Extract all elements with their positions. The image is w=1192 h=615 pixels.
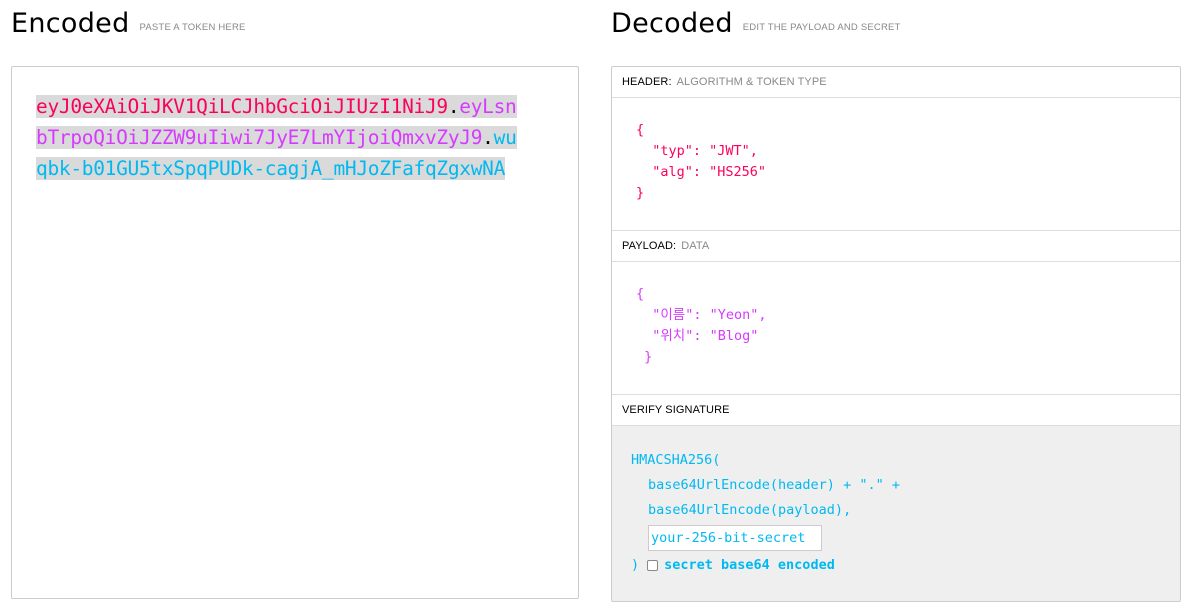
payload-section-title: PAYLOAD: DATA bbox=[612, 231, 1180, 262]
signature-close-paren: ) bbox=[631, 557, 640, 573]
encoded-hint: PASTE A TOKEN HERE bbox=[139, 22, 246, 33]
token-dot: . bbox=[447, 95, 460, 118]
signature-section: HMACSHA256( base64UrlEncode(header) + ".… bbox=[612, 426, 1180, 601]
payload-json[interactable]: { "이름": "Yeon", "위치": "Blog" } bbox=[636, 284, 767, 368]
encoded-token-editor[interactable]: eyJ0eXAiOiJKV1QiLCJhbGciOiJIUzI1NiJ9.eyL… bbox=[11, 66, 579, 599]
header-json[interactable]: { "typ": "JWT", "alg": "HS256" } bbox=[636, 120, 766, 204]
decoded-panel: HEADER: ALGORITHM & TOKEN TYPE { "typ": … bbox=[611, 66, 1181, 602]
signature-close-row: ) secret base64 encoded bbox=[631, 553, 900, 578]
encoded-header: Encoded PASTE A TOKEN HERE bbox=[11, 8, 246, 39]
decoded-header: Decoded EDIT THE PAYLOAD AND SECRET bbox=[611, 8, 901, 39]
header-section-label: HEADER: bbox=[622, 76, 672, 88]
payload-section-label: PAYLOAD: bbox=[622, 240, 677, 252]
decoded-hint: EDIT THE PAYLOAD AND SECRET bbox=[742, 22, 901, 33]
secret-base64-checkbox[interactable] bbox=[647, 560, 659, 571]
signature-function: HMACSHA256( bbox=[631, 452, 721, 468]
encoded-title: Encoded bbox=[11, 8, 130, 39]
token-dot: . bbox=[482, 126, 494, 149]
signature-payload-expr: base64UrlEncode(payload), bbox=[648, 502, 852, 518]
secret-input[interactable] bbox=[648, 525, 822, 551]
token-header-part: eyJ0eXAiOiJKV1QiLCJhbGciOiJIUzI1NiJ9 bbox=[36, 95, 448, 118]
header-section-hint: ALGORITHM & TOKEN TYPE bbox=[676, 76, 827, 88]
encoded-token[interactable]: eyJ0eXAiOiJKV1QiLCJhbGciOiJIUzI1NiJ9.eyL… bbox=[36, 91, 526, 184]
header-section-title: HEADER: ALGORITHM & TOKEN TYPE bbox=[612, 67, 1180, 98]
payload-section-hint: DATA bbox=[681, 240, 710, 252]
signature-section-label: VERIFY SIGNATURE bbox=[622, 404, 730, 416]
payload-json-editor[interactable]: { "이름": "Yeon", "위치": "Blog" } bbox=[612, 262, 1180, 395]
header-json-editor[interactable]: { "typ": "JWT", "alg": "HS256" } bbox=[612, 98, 1180, 231]
secret-base64-label[interactable]: secret base64 encoded bbox=[664, 553, 835, 578]
decoded-title: Decoded bbox=[611, 8, 733, 39]
signature-header-expr: base64UrlEncode(header) + "." + bbox=[648, 477, 900, 493]
signature-section-title: VERIFY SIGNATURE bbox=[612, 395, 1180, 426]
